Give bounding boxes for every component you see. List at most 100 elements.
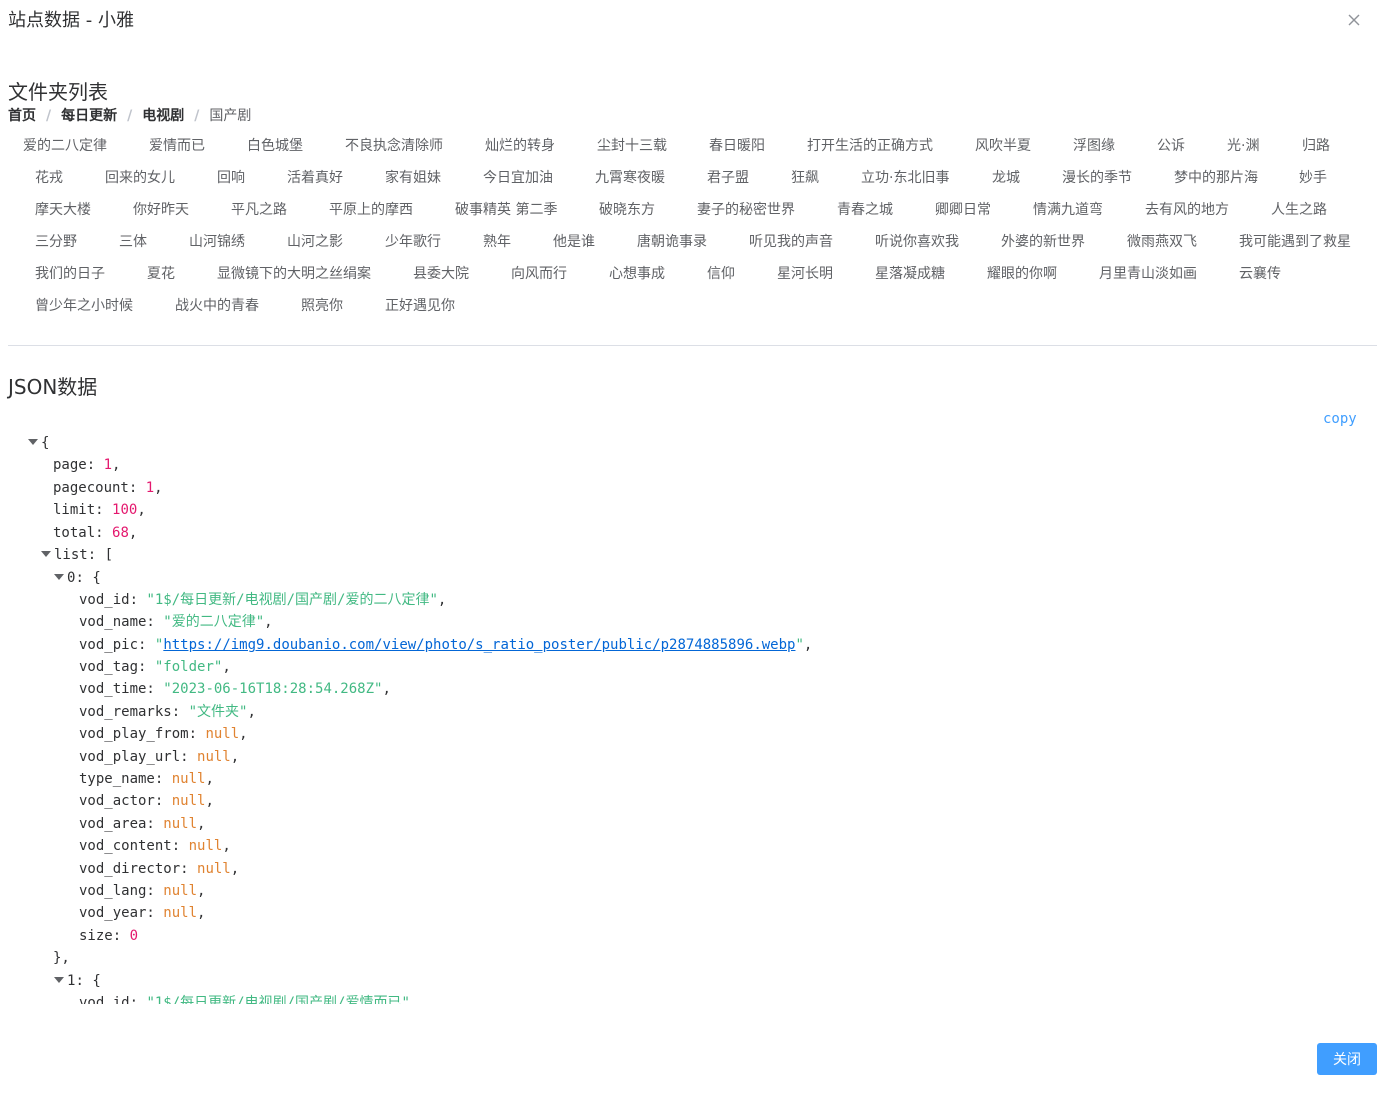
folder-item[interactable]: 白色城堡 (247, 133, 303, 159)
folder-item[interactable]: 狂飙 (791, 165, 819, 191)
json-value: 1 (103, 457, 113, 473)
folder-item[interactable]: 风吹半夏 (975, 133, 1031, 159)
folder-item[interactable]: 显微镜下的大明之丝绢案 (217, 261, 371, 287)
folder-row: 爱的二八定律 爱情而已 白色城堡 不良执念清除师 灿烂的转身 尘封十三载 春日暖… (0, 133, 1387, 165)
folder-item[interactable]: 云襄传 (1239, 261, 1281, 287)
folder-item[interactable]: 耀眼的你啊 (987, 261, 1057, 287)
json-data-heading: JSON数据 (8, 375, 98, 399)
breadcrumb-separator: / (194, 108, 200, 124)
folder-item[interactable]: 花戎 (35, 165, 63, 191)
folder-item[interactable]: 平原上的摩西 (329, 197, 413, 223)
collapse-toggle-icon[interactable] (28, 439, 38, 445)
folder-item[interactable]: 少年歌行 (385, 229, 441, 255)
folder-item[interactable]: 九霄寒夜暖 (595, 165, 665, 191)
breadcrumb-home[interactable]: 首页 (8, 108, 36, 124)
folder-item[interactable]: 妻子的秘密世界 (697, 197, 795, 223)
folder-item[interactable]: 他是谁 (553, 229, 595, 255)
folder-item[interactable]: 爱的二八定律 (23, 133, 107, 159)
folder-item[interactable]: 浮图缘 (1073, 133, 1115, 159)
json-value: 100 (112, 502, 138, 518)
collapse-toggle-icon[interactable] (54, 574, 64, 580)
folder-row: 曾少年之小时候 战火中的青春 照亮你 正好遇见你 (0, 293, 1387, 325)
folder-item[interactable]: 三体 (119, 229, 147, 255)
collapse-toggle-icon[interactable] (41, 551, 51, 557)
folder-item[interactable]: 不良执念清除师 (345, 133, 443, 159)
breadcrumb-tv-series[interactable]: 电视剧 (142, 108, 184, 124)
folder-grid: 爱的二八定律 爱情而已 白色城堡 不良执念清除师 灿烂的转身 尘封十三载 春日暖… (0, 133, 1387, 325)
folder-item[interactable]: 情满九道弯 (1033, 197, 1103, 223)
folder-item[interactable]: 山河锦绣 (189, 229, 245, 255)
folder-item[interactable]: 夏花 (147, 261, 175, 287)
folder-item[interactable]: 打开生活的正确方式 (807, 133, 933, 159)
folder-item[interactable]: 外婆的新世界 (1001, 229, 1085, 255)
close-icon[interactable] (1345, 11, 1363, 29)
json-value: "folder" (154, 659, 223, 675)
folder-item[interactable]: 君子盟 (707, 165, 749, 191)
folder-item[interactable]: 梦中的那片海 (1174, 165, 1258, 191)
folder-item[interactable]: 龙城 (992, 165, 1020, 191)
folder-item[interactable]: 回来的女儿 (105, 165, 175, 191)
folder-item[interactable]: 星河长明 (777, 261, 833, 287)
folder-item[interactable]: 回响 (217, 165, 245, 191)
breadcrumb-daily-update[interactable]: 每日更新 (61, 108, 117, 124)
folder-item[interactable]: 向风而行 (511, 261, 567, 287)
json-value: "1$/每日更新/电视剧/国产剧/爱的二八定律" (146, 592, 438, 608)
folder-item[interactable]: 曾少年之小时候 (35, 293, 133, 319)
folder-item[interactable]: 活着真好 (287, 165, 343, 191)
folder-item[interactable]: 公诉 (1157, 133, 1185, 159)
folder-item[interactable]: 照亮你 (301, 293, 343, 319)
folder-item[interactable]: 听见我的声音 (749, 229, 833, 255)
folder-item[interactable]: 心想事成 (609, 261, 665, 287)
folder-item[interactable]: 妙手 (1299, 165, 1327, 191)
vod-pic-link[interactable]: https://img9.doubanio.com/view/photo/s_r… (163, 637, 795, 653)
folder-item[interactable]: 家有姐妹 (385, 165, 441, 191)
folder-item[interactable]: 山河之影 (287, 229, 343, 255)
folder-item[interactable]: 人生之路 (1271, 197, 1327, 223)
folder-item[interactable]: 我们的日子 (35, 261, 105, 287)
folder-item[interactable]: 星落凝成糖 (875, 261, 945, 287)
breadcrumb: 首页 / 每日更新 / 电视剧 / 国产剧 (8, 106, 251, 126)
folder-item[interactable]: 听说你喜欢我 (875, 229, 959, 255)
folder-list-heading: 文件夹列表 (8, 80, 108, 104)
folder-item[interactable]: 县委大院 (413, 261, 469, 287)
folder-item[interactable]: 破晓东方 (599, 197, 655, 223)
folder-item[interactable]: 去有风的地方 (1145, 197, 1229, 223)
folder-row: 三分野 三体 山河锦绣 山河之影 少年歌行 熟年 他是谁 唐朝诡事录 听见我的声… (0, 229, 1387, 261)
folder-item[interactable]: 卿卿日常 (935, 197, 991, 223)
folder-item[interactable]: 灿烂的转身 (485, 133, 555, 159)
json-value: null (197, 861, 231, 877)
folder-item[interactable]: 摩天大楼 (35, 197, 91, 223)
folder-item[interactable]: 春日暖阳 (709, 133, 765, 159)
folder-item[interactable]: 归路 (1302, 133, 1330, 159)
folder-item[interactable]: 光·渊 (1227, 133, 1259, 159)
folder-item[interactable]: 战火中的青春 (175, 293, 259, 319)
breadcrumb-separator: / (127, 108, 133, 124)
json-value: "2023-06-16T18:28:54.268Z" (163, 681, 383, 697)
folder-item[interactable]: 漫长的季节 (1062, 165, 1132, 191)
json-value: 0 (129, 928, 139, 944)
folder-item[interactable]: 尘封十三载 (597, 133, 667, 159)
folder-item[interactable]: 三分野 (35, 229, 77, 255)
folder-item[interactable]: 熟年 (483, 229, 511, 255)
folder-row: 摩天大楼 你好昨天 平凡之路 平原上的摩西 破事精英 第二季 破晓东方 妻子的秘… (0, 197, 1387, 229)
folder-item[interactable]: 青春之城 (837, 197, 893, 223)
folder-item[interactable]: 唐朝诡事录 (637, 229, 707, 255)
folder-item[interactable]: 我可能遇到了救星 (1239, 229, 1351, 255)
json-value: null (188, 838, 223, 854)
folder-item[interactable]: 微雨燕双飞 (1127, 229, 1197, 255)
folder-item[interactable]: 信仰 (707, 261, 735, 287)
folder-item[interactable]: 月里青山淡如画 (1099, 261, 1197, 287)
folder-item[interactable]: 爱情而已 (149, 133, 205, 159)
collapse-toggle-icon[interactable] (54, 977, 64, 983)
json-value: 68 (112, 525, 129, 541)
folder-item[interactable]: 平凡之路 (231, 197, 287, 223)
close-button[interactable]: 关闭 (1317, 1043, 1377, 1075)
json-value: "1$/每日更新/电视剧/国产剧/爱情而已" (146, 995, 410, 1004)
folder-item[interactable]: 你好昨天 (133, 197, 189, 223)
folder-item[interactable]: 正好遇见你 (385, 293, 455, 319)
folder-item[interactable]: 破事精英 第二季 (455, 197, 557, 223)
folder-item[interactable]: 今日宜加油 (483, 165, 553, 191)
json-value: null (197, 749, 231, 765)
copy-button[interactable]: copy (1323, 409, 1357, 429)
folder-item[interactable]: 立功·东北旧事 (861, 165, 949, 191)
